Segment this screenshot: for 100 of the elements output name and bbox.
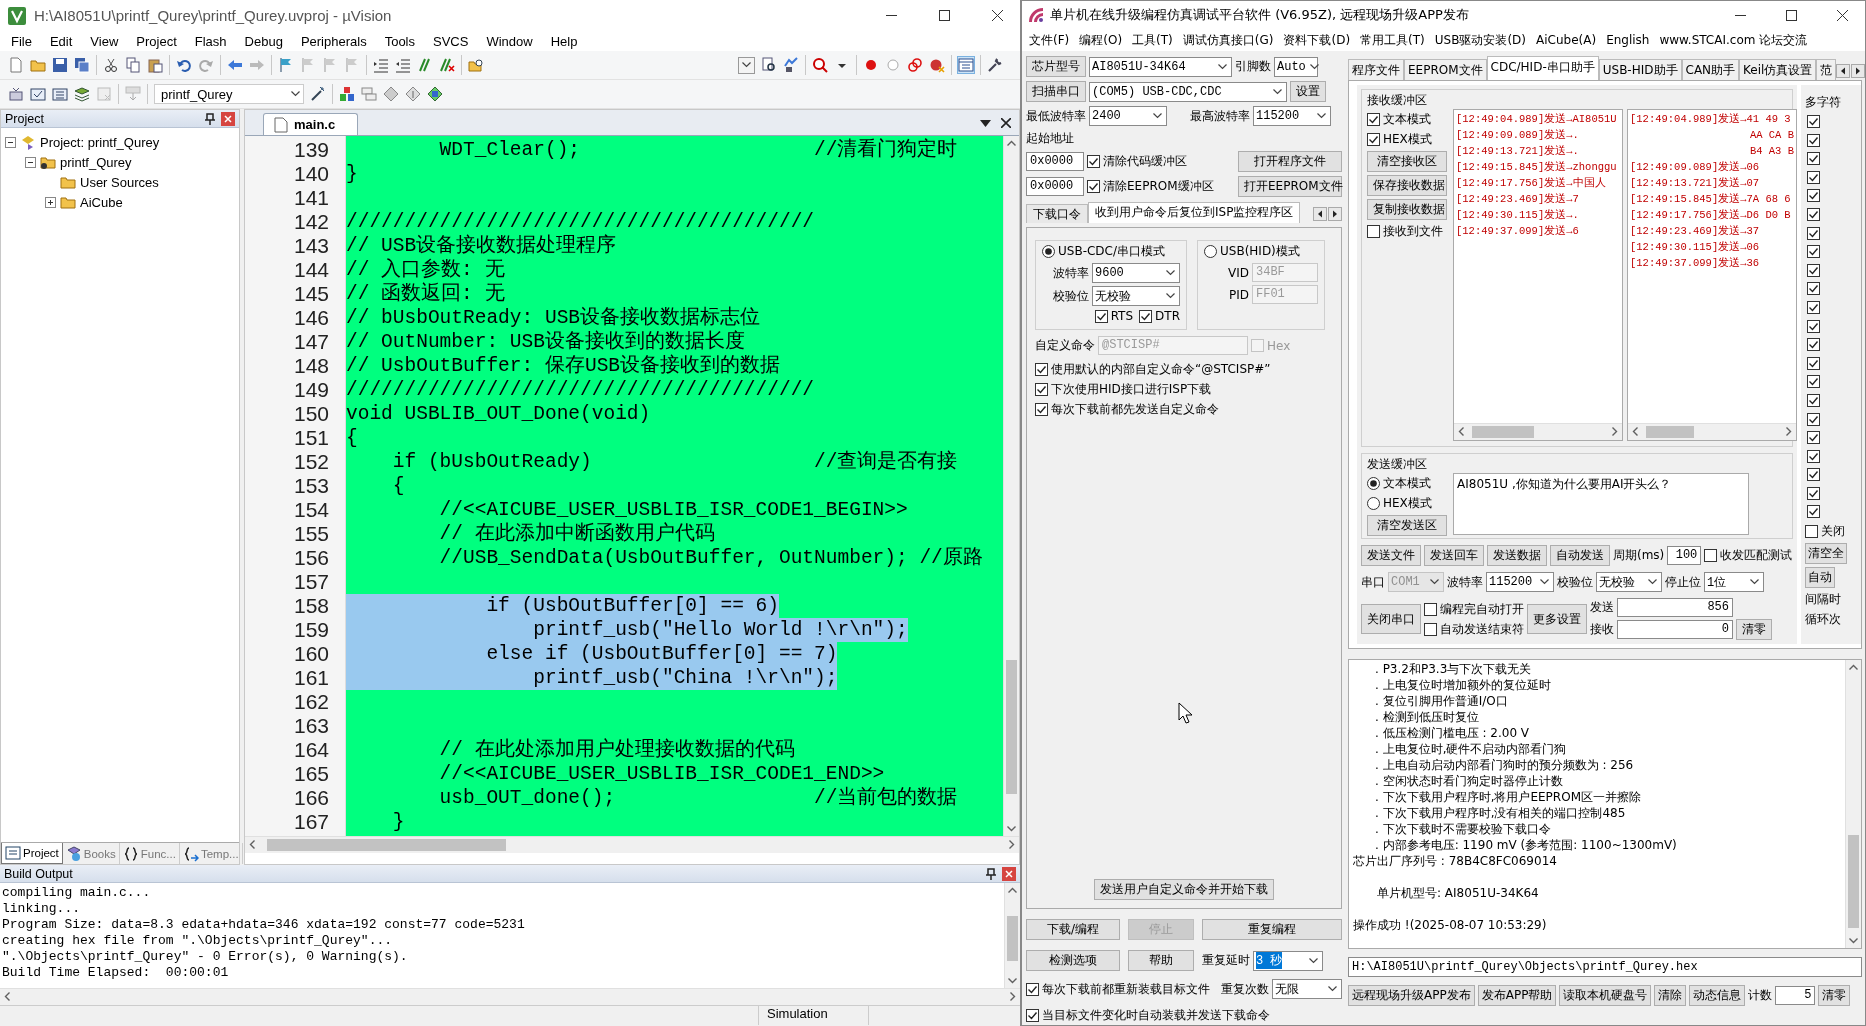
translate-icon[interactable] [8,86,24,102]
close-icon[interactable] [1001,118,1011,128]
pin-icon[interactable] [986,867,996,880]
comment-icon[interactable] [417,57,433,73]
uncomment-icon[interactable] [439,57,455,73]
tree-item[interactable]: User Sources [80,174,159,190]
menu-item[interactable]: SVCS [424,33,478,49]
menu-item[interactable]: 资料下载(D) [1278,31,1356,49]
checkbox[interactable] [1035,363,1048,376]
parity-dropdown[interactable]: 无校验 [1596,572,1662,592]
outdent-icon[interactable] [395,57,411,73]
component-icon[interactable] [339,86,355,102]
tree-item[interactable]: printf_Qurey [60,154,132,170]
diamond-arrow-icon[interactable] [405,86,421,102]
open-file-button[interactable]: 打开程序文件 [1238,151,1342,172]
panel-tab[interactable]: Books [62,843,120,864]
checkbox[interactable] [1367,225,1380,238]
replace-icon[interactable] [783,57,799,73]
action-button[interactable]: 下载/编程 [1026,919,1120,940]
radio-button[interactable] [1204,245,1217,258]
tab[interactable]: USB-HID助手 [1598,59,1682,80]
find-in-files-icon[interactable] [468,57,484,73]
scroll-thumb[interactable] [1848,834,1859,928]
panel-tab[interactable]: Project [1,843,63,864]
build-icon[interactable] [30,86,46,102]
menu-item[interactable]: Project [127,33,186,49]
breakpoint-rings-icon[interactable] [907,57,923,73]
checkbox[interactable] [1026,1009,1039,1022]
dropdown-arrow-icon[interactable] [980,119,991,127]
horizontal-scrollbar[interactable] [1454,423,1622,440]
checkbox[interactable] [1035,403,1048,416]
tab[interactable]: Keil仿真设置 [1739,59,1817,80]
checkbox[interactable] [1367,133,1380,146]
tab[interactable]: 范 [1816,59,1837,80]
checkbox[interactable] [1087,180,1100,193]
checkbox[interactable] [1807,375,1820,389]
checkbox[interactable] [1807,319,1820,333]
send-action-button[interactable]: 发送回车 [1424,545,1484,566]
checkbox[interactable] [1424,622,1437,636]
radio-button[interactable] [1367,477,1380,490]
checkbox[interactable] [1094,309,1108,323]
clear-counters-button[interactable]: 清零 [1736,619,1772,640]
checkbox[interactable] [1807,338,1820,352]
close-icon[interactable] [992,10,1003,21]
menu-item[interactable]: Debug [235,33,292,49]
tab[interactable]: 下载口令 [1026,204,1088,223]
checkbox[interactable] [1807,486,1820,500]
menu-item[interactable]: 常用工具(T) [1355,31,1430,49]
menu-item[interactable]: 调试仿真接口(G) [1177,31,1279,49]
vertical-scrollbar[interactable] [1003,136,1019,836]
checkbox[interactable] [1807,226,1820,240]
menu-item[interactable]: Tools [375,33,424,49]
count-field[interactable]: 5 [1775,986,1816,1005]
window-layout-icon[interactable] [958,57,974,73]
checkbox[interactable] [1026,982,1039,996]
multi-string-button[interactable]: 清空全 [1805,543,1847,565]
settings-button[interactable]: 设置 [1290,81,1326,102]
scan-port-button[interactable]: 扫描串口 [1026,81,1086,102]
footer-button[interactable]: 远程现场升级APP发布 [1348,985,1475,1006]
checkbox[interactable] [1807,115,1820,128]
more-settings-button[interactable]: 更多设置 [1527,604,1587,634]
baud-rate-dropdown[interactable]: 2400 [1089,106,1167,126]
scroll-left-icon[interactable] [1836,64,1851,78]
checkbox[interactable] [1807,393,1820,407]
menu-item[interactable]: English [1601,33,1655,47]
batch-build-icon[interactable] [74,86,90,102]
scroll-thumb[interactable] [1645,426,1695,438]
menu-item[interactable]: Edit [40,33,82,49]
checkbox[interactable] [1807,170,1820,184]
vertical-scrollbar[interactable] [1004,883,1020,988]
tree-item[interactable]: Project: printf_Qurey [40,134,160,150]
open-file-button[interactable]: 打开EEPROM文件 [1238,176,1342,197]
chip-model-button[interactable]: 芯片型号 [1026,56,1086,77]
scroll-thumb[interactable] [1471,426,1534,438]
checkbox[interactable] [1807,263,1820,277]
footer-button[interactable]: 发布APP帮助 [1477,985,1557,1006]
find-icon[interactable] [761,57,777,73]
magic-wand-icon[interactable] [310,86,326,102]
pin-count-dropdown[interactable]: Auto [1274,56,1318,77]
period-field[interactable]: 100 [1667,546,1702,565]
footer-button[interactable]: 动态信息 [1689,985,1746,1006]
checkbox[interactable] [1807,133,1820,147]
stop-bits-dropdown[interactable]: 1位 [1704,572,1764,592]
tab[interactable]: CAN助手 [1681,59,1740,80]
horizontal-scrollbar[interactable] [1628,423,1796,440]
port-dropdown[interactable]: (COM5) USB-CDC,CDC [1089,81,1287,102]
action-button[interactable]: 检测选项 [1026,950,1120,971]
checkbox[interactable] [1805,525,1818,539]
checkbox[interactable] [1807,468,1820,482]
radio-button[interactable] [1042,245,1055,258]
baud-rate-dropdown[interactable]: 115200 [1486,572,1554,592]
multi-string-button[interactable]: 自动 [1805,567,1835,589]
checkbox[interactable] [1087,155,1100,168]
new-file-icon[interactable] [8,57,24,73]
checkbox[interactable] [1807,431,1820,445]
checkbox[interactable] [1424,602,1437,616]
chip-model-dropdown[interactable]: AI8051U-34K64 [1089,56,1232,77]
counter-field[interactable]: 856 [1617,598,1733,617]
cut-icon[interactable] [103,57,119,73]
checkbox[interactable] [1807,505,1820,519]
